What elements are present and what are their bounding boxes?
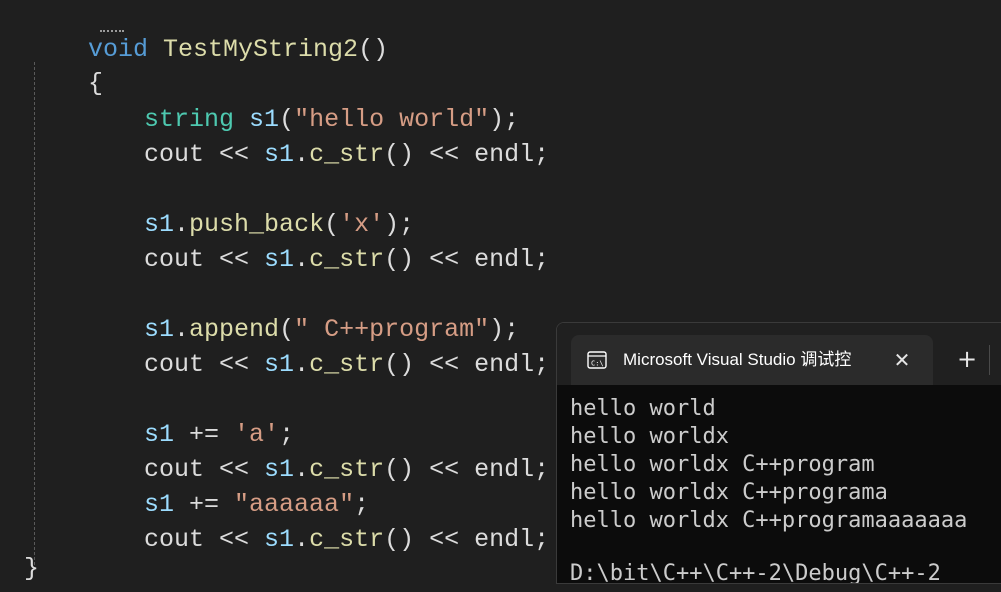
variable-s1: s1 bbox=[264, 140, 295, 169]
cout-text: cout << bbox=[144, 245, 265, 274]
method-c-str: c_str bbox=[309, 140, 385, 169]
console-tab[interactable]: C:\ Microsoft Visual Studio 调试控 ✕ bbox=[571, 335, 933, 385]
output-line: D:\bit\C++\C++-2\Debug\C++-2 bbox=[570, 561, 941, 584]
code-line-2[interactable]: { bbox=[28, 31, 103, 98]
svg-text:C:\: C:\ bbox=[591, 360, 604, 368]
method-c-str: c_str bbox=[309, 245, 385, 274]
indent-guide bbox=[34, 62, 35, 570]
close-icon[interactable]: ✕ bbox=[889, 347, 915, 373]
method-c-str: c_str bbox=[309, 350, 385, 379]
code-line-4[interactable]: cout << s1.c_str() << endl; bbox=[84, 102, 549, 169]
dot: . bbox=[294, 350, 310, 379]
cout-text: cout << bbox=[144, 525, 265, 554]
code-line-10[interactable]: cout << s1.c_str() << endl; bbox=[84, 312, 549, 379]
console-tab-title: Microsoft Visual Studio 调试控 bbox=[623, 350, 852, 369]
endl-text: () << endl; bbox=[384, 455, 550, 484]
endl-text: () << endl; bbox=[384, 140, 550, 169]
variable-s1: s1 bbox=[264, 245, 295, 274]
function-name: TestMyString2 bbox=[163, 35, 359, 64]
output-line: hello worldx C++programaaaaaaa bbox=[570, 508, 968, 533]
code-line-7[interactable]: cout << s1.c_str() << endl; bbox=[84, 207, 549, 274]
output-line: hello worldx C++program bbox=[570, 452, 875, 477]
code-line-1[interactable]: void TestMyString2() bbox=[28, 0, 388, 64]
output-line: hello worldx C++programa bbox=[570, 480, 888, 505]
output-line: hello worldx bbox=[570, 424, 729, 449]
dot: . bbox=[294, 140, 310, 169]
dot: . bbox=[294, 525, 310, 554]
dot: . bbox=[294, 245, 310, 274]
endl-text: () << endl; bbox=[384, 525, 550, 554]
console-titlebar[interactable]: C:\ Microsoft Visual Studio 调试控 ✕ + bbox=[557, 323, 1001, 385]
output-line: hello world bbox=[570, 396, 716, 421]
code-line-12[interactable]: s1 += 'a'; bbox=[84, 382, 294, 449]
code-line-14[interactable]: s1 += "aaaaaa"; bbox=[84, 452, 369, 519]
endl-text: () << endl; bbox=[384, 350, 550, 379]
variable-s1: s1 bbox=[264, 525, 295, 554]
variable-s1: s1 bbox=[264, 350, 295, 379]
debug-console-window[interactable]: C:\ Microsoft Visual Studio 调试控 ✕ + hell… bbox=[556, 322, 1001, 584]
code-line-13[interactable]: cout << s1.c_str() << endl; bbox=[84, 417, 549, 484]
cout-text: cout << bbox=[144, 350, 265, 379]
console-output[interactable]: hello world hello worldx hello worldx C+… bbox=[557, 385, 1001, 584]
code-line-3[interactable]: string s1("hello world"); bbox=[84, 67, 519, 134]
new-tab-button[interactable]: + bbox=[953, 345, 981, 373]
method-c-str: c_str bbox=[309, 525, 385, 554]
cout-text: cout << bbox=[144, 140, 265, 169]
close-brace: } bbox=[24, 554, 40, 583]
code-line-9[interactable]: s1.append(" C++program"); bbox=[84, 277, 519, 344]
code-line-15[interactable]: cout << s1.c_str() << endl; bbox=[84, 487, 549, 554]
titlebar-divider bbox=[989, 345, 990, 375]
code-line-6[interactable]: s1.push_back('x'); bbox=[84, 172, 414, 239]
endl-text: () << endl; bbox=[384, 245, 550, 274]
parens: () bbox=[358, 35, 389, 64]
terminal-icon: C:\ bbox=[587, 351, 607, 369]
